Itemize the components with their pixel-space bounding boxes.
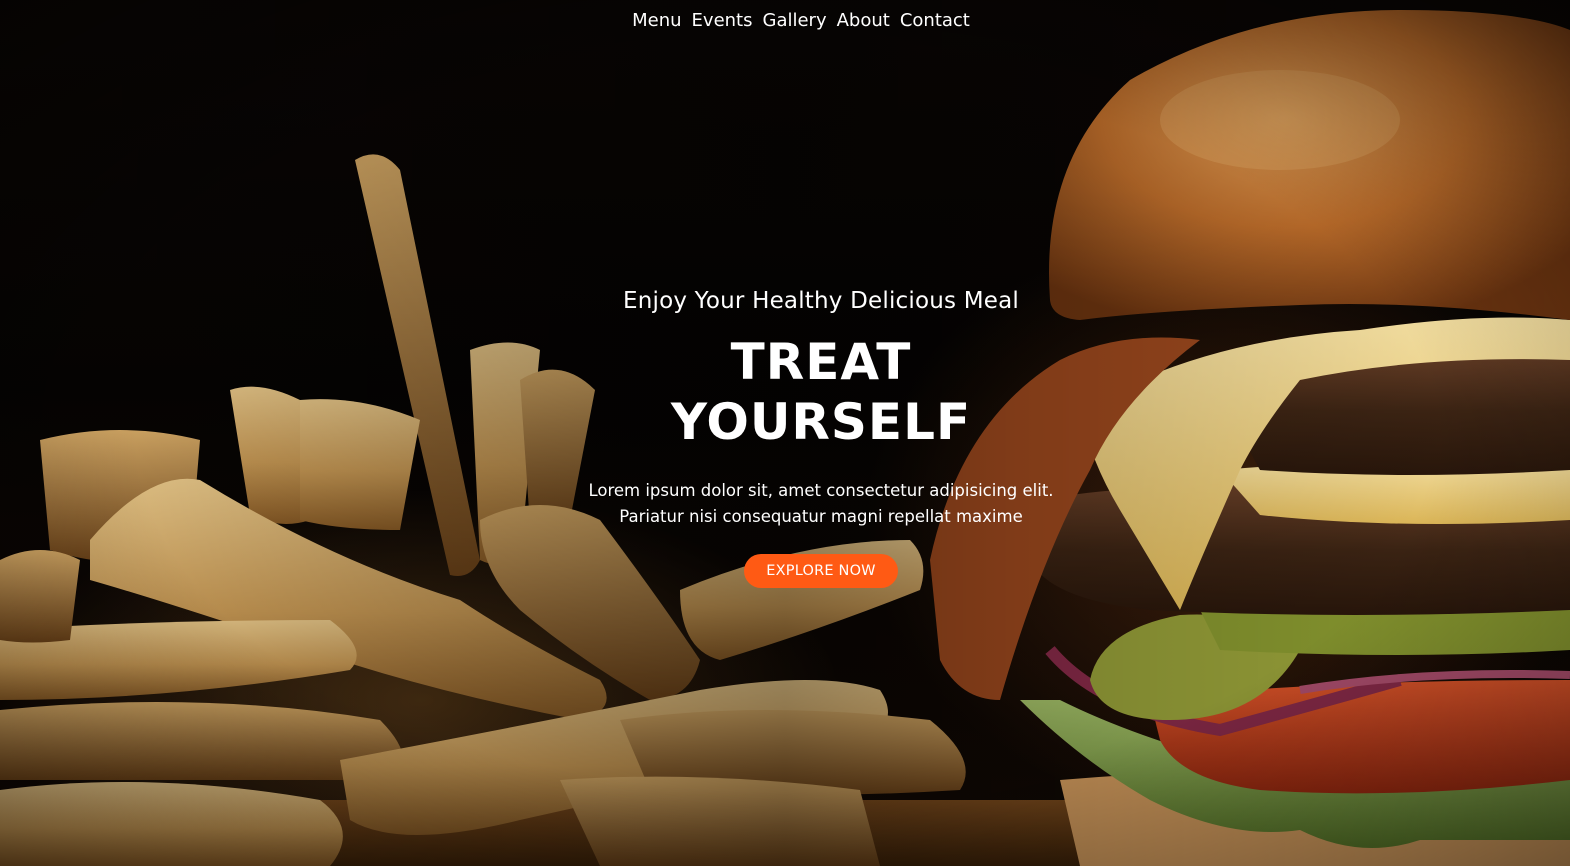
hero-headline: TREAT YOURSELF — [72, 332, 1570, 452]
description-line-2: Pariatur nisi consequatur magni repellat… — [619, 507, 1023, 526]
explore-now-button[interactable]: EXPLORE NOW — [744, 554, 898, 588]
hero-section: Menu Events Gallery About Contact Enjoy … — [0, 0, 1570, 866]
nav-item-menu[interactable]: Menu — [632, 10, 681, 31]
description-line-1: Lorem ipsum dolor sit, amet consectetur … — [588, 481, 1054, 500]
nav-item-about[interactable]: About — [837, 10, 890, 31]
headline-line-1: TREAT — [730, 333, 912, 391]
hero-description: Lorem ipsum dolor sit, amet consectetur … — [72, 478, 1570, 530]
nav-item-contact[interactable]: Contact — [900, 10, 970, 31]
headline-line-2: YOURSELF — [670, 393, 972, 451]
top-navigation: Menu Events Gallery About Contact — [0, 10, 1570, 31]
hero-content: Enjoy Your Healthy Delicious Meal TREAT … — [0, 288, 1570, 588]
nav-item-gallery[interactable]: Gallery — [763, 10, 827, 31]
nav-item-events[interactable]: Events — [692, 10, 753, 31]
hero-tagline: Enjoy Your Healthy Delicious Meal — [622, 288, 1020, 314]
